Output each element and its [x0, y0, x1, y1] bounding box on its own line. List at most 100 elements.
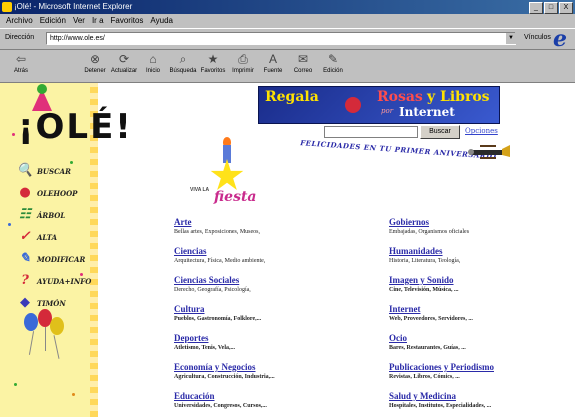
- category-ciencias[interactable]: Ciencias Arquitectura, Física, Medio amb…: [174, 246, 334, 265]
- category-title[interactable]: Gobiernos: [389, 217, 549, 228]
- back-label: Atrás: [13, 68, 28, 74]
- category-title[interactable]: Ocio: [389, 333, 549, 344]
- category-title[interactable]: Deportes: [174, 333, 334, 344]
- balloon-string: [53, 335, 60, 359]
- category-title[interactable]: Cultura: [174, 304, 334, 315]
- links-label[interactable]: Vínculos: [524, 34, 551, 41]
- site-search-input[interactable]: [324, 126, 418, 138]
- category-internet[interactable]: Internet Web, Proveedores, Servidores, .…: [389, 304, 549, 323]
- category-ciencias-sociales[interactable]: Ciencias Sociales Derecho, Geografía, Ps…: [174, 275, 334, 294]
- window-title-bar[interactable]: ¡Olé! - Microsoft Internet Explorer _ □ …: [0, 0, 575, 14]
- minimize-button[interactable]: _: [529, 2, 543, 14]
- menu-archivo[interactable]: Archivo: [6, 14, 33, 27]
- pencil-icon: ✎: [19, 251, 31, 266]
- mail-button[interactable]: ✉ Correo: [288, 52, 318, 74]
- back-arrow-icon: ⇦: [15, 52, 27, 66]
- sidebar-item-alta[interactable]: ✓ ALTA: [16, 229, 58, 245]
- address-label: Dirección: [5, 34, 35, 41]
- category-ocio[interactable]: Ocio Bares, Restaurantes, Guías, ...: [389, 333, 549, 352]
- search-options-link[interactable]: Opciones: [465, 127, 498, 135]
- magnifier-icon: 🔍: [16, 163, 34, 178]
- print-button[interactable]: ⎙ Imprimir: [228, 52, 258, 74]
- category-title[interactable]: Internet: [389, 304, 549, 315]
- menu-ir-a[interactable]: Ir a: [92, 14, 104, 27]
- main-content: Regala Rosas y Libros por Internet Busca…: [98, 83, 575, 417]
- favorites-icon: ★: [207, 52, 219, 66]
- address-dropdown-icon[interactable]: ▼: [506, 33, 516, 44]
- favorites-label: Favoritos: [200, 68, 226, 74]
- flowers-books-banner[interactable]: Regala Rosas y Libros por Internet: [258, 86, 500, 124]
- font-button[interactable]: A Fuente: [258, 52, 288, 74]
- checkmark-icon: ✓: [19, 229, 31, 244]
- menu-favoritos[interactable]: Favoritos: [111, 14, 144, 27]
- balloon-blue: [24, 313, 38, 331]
- home-button[interactable]: ⌂ Inicio: [138, 52, 168, 74]
- category-publicaciones-periodismo[interactable]: Publicaciones y Periodismo Revistas, Lib…: [389, 362, 549, 381]
- category-title[interactable]: Salud y Medicina: [389, 391, 549, 402]
- sidebar-item-modificar[interactable]: ✎ MODIFICAR: [16, 251, 86, 267]
- site-search-button[interactable]: Buscar: [420, 125, 460, 139]
- category-title[interactable]: Arte: [174, 217, 334, 228]
- close-button[interactable]: X: [559, 2, 573, 14]
- toolbar: ⇦ Atrás ⊗ Detener ⟳ Actualizar ⌂ Inicio ⌕ Bús…: [0, 50, 575, 83]
- fiesta-logo[interactable]: VIVA LA fiesta: [190, 133, 270, 205]
- category-subtitle: Embajadas, Organismos oficiales: [389, 229, 470, 235]
- search-icon: ⌕: [179, 52, 187, 66]
- balloons-icon: [22, 309, 72, 369]
- stop-icon: ⊗: [89, 52, 101, 66]
- mail-icon: ✉: [297, 52, 309, 66]
- font-icon: A: [268, 52, 277, 66]
- confetti-dot: [72, 393, 75, 396]
- category-title[interactable]: Ciencias: [174, 246, 334, 257]
- sidebar-item-olehoop[interactable]: ● OLEHOOP: [16, 185, 77, 201]
- banner-rosas: Rosas: [377, 89, 423, 105]
- site-sidebar: ¡OLÉ! 🔍 BUSCAR ● OLEHOOP ☷ ÁRBOL ✓ ALTA …: [0, 83, 131, 417]
- category-cultura[interactable]: Cultura Pueblos, Gastronomía, Folklore,.…: [174, 304, 334, 323]
- sidebar-item-ayuda-info[interactable]: ? AYUDA+INFO: [16, 273, 91, 289]
- category-subtitle: Cine, Televisión, Música, ...: [389, 287, 459, 293]
- search-button[interactable]: ⌕ Búsqueda: [168, 52, 198, 74]
- menu-bar: Archivo Edición Ver Ir a Favoritos Ayuda: [0, 14, 575, 27]
- menu-edicion[interactable]: Edición: [40, 14, 66, 27]
- category-humanidades[interactable]: Humanidades Historia, Literatura, Teolog…: [389, 246, 549, 265]
- menu-ver[interactable]: Ver: [73, 14, 85, 27]
- stop-button[interactable]: ⊗ Detener: [80, 52, 110, 74]
- category-imagen-sonido[interactable]: Imagen y Sonido Cine, Televisión, Música…: [389, 275, 549, 294]
- category-educacion[interactable]: Educación Universidades, Congresos, Curs…: [174, 391, 334, 410]
- balloon-string: [45, 327, 46, 351]
- address-input[interactable]: http://www.ole.es/: [46, 32, 516, 45]
- search-label: Búsqueda: [169, 68, 197, 74]
- refresh-button[interactable]: ⟳ Actualizar: [109, 52, 139, 74]
- sidebar-item-buscar[interactable]: 🔍 BUSCAR: [16, 163, 71, 179]
- category-title[interactable]: Economía y Negocios: [174, 362, 334, 373]
- category-title[interactable]: Humanidades: [389, 246, 549, 257]
- category-title[interactable]: Publicaciones y Periodismo: [389, 362, 549, 373]
- refresh-label: Actualizar: [110, 68, 138, 74]
- category-deportes[interactable]: Deportes Atletismo, Tenis, Vela,...: [174, 333, 334, 352]
- sidebar-item-label: BUSCAR: [37, 166, 71, 176]
- font-label: Fuente: [263, 68, 283, 74]
- stop-label: Detener: [84, 68, 106, 74]
- back-button[interactable]: ⇦ Atrás: [6, 52, 36, 74]
- category-title[interactable]: Ciencias Sociales: [174, 275, 334, 286]
- category-subtitle: Universidades, Congresos, Cursos,...: [174, 403, 267, 409]
- maximize-button[interactable]: □: [544, 2, 558, 14]
- confetti-dot: [14, 383, 17, 386]
- category-title[interactable]: Educación: [174, 391, 334, 402]
- window-title: ¡Olé! - Microsoft Internet Explorer: [14, 2, 133, 11]
- banner-libros: y Libros: [427, 89, 490, 105]
- category-economia-negocios[interactable]: Economía y Negocios Agricultura, Constru…: [174, 362, 334, 381]
- sidebar-item-label: OLEHOOP: [37, 188, 78, 198]
- category-subtitle: Derecho, Geografía, Psicología,: [174, 287, 251, 293]
- rose-icon: [345, 97, 361, 113]
- hat-pompom: [37, 84, 47, 94]
- category-title[interactable]: Imagen y Sonido: [389, 275, 549, 286]
- menu-ayuda[interactable]: Ayuda: [150, 14, 173, 27]
- category-salud-medicina[interactable]: Salud y Medicina Hospitales, Institutos,…: [389, 391, 549, 410]
- sidebar-item-arbol[interactable]: ☷ ÁRBOL: [16, 207, 65, 223]
- category-arte[interactable]: Arte Bellas artes, Exposiciones, Museos,: [174, 217, 334, 236]
- favorites-button[interactable]: ★ Favoritos: [198, 52, 228, 74]
- ie-logo-icon: e: [553, 26, 567, 52]
- category-gobiernos[interactable]: Gobiernos Embajadas, Organismos oficiale…: [389, 217, 549, 236]
- edit-button[interactable]: ✎ Edición: [318, 52, 348, 74]
